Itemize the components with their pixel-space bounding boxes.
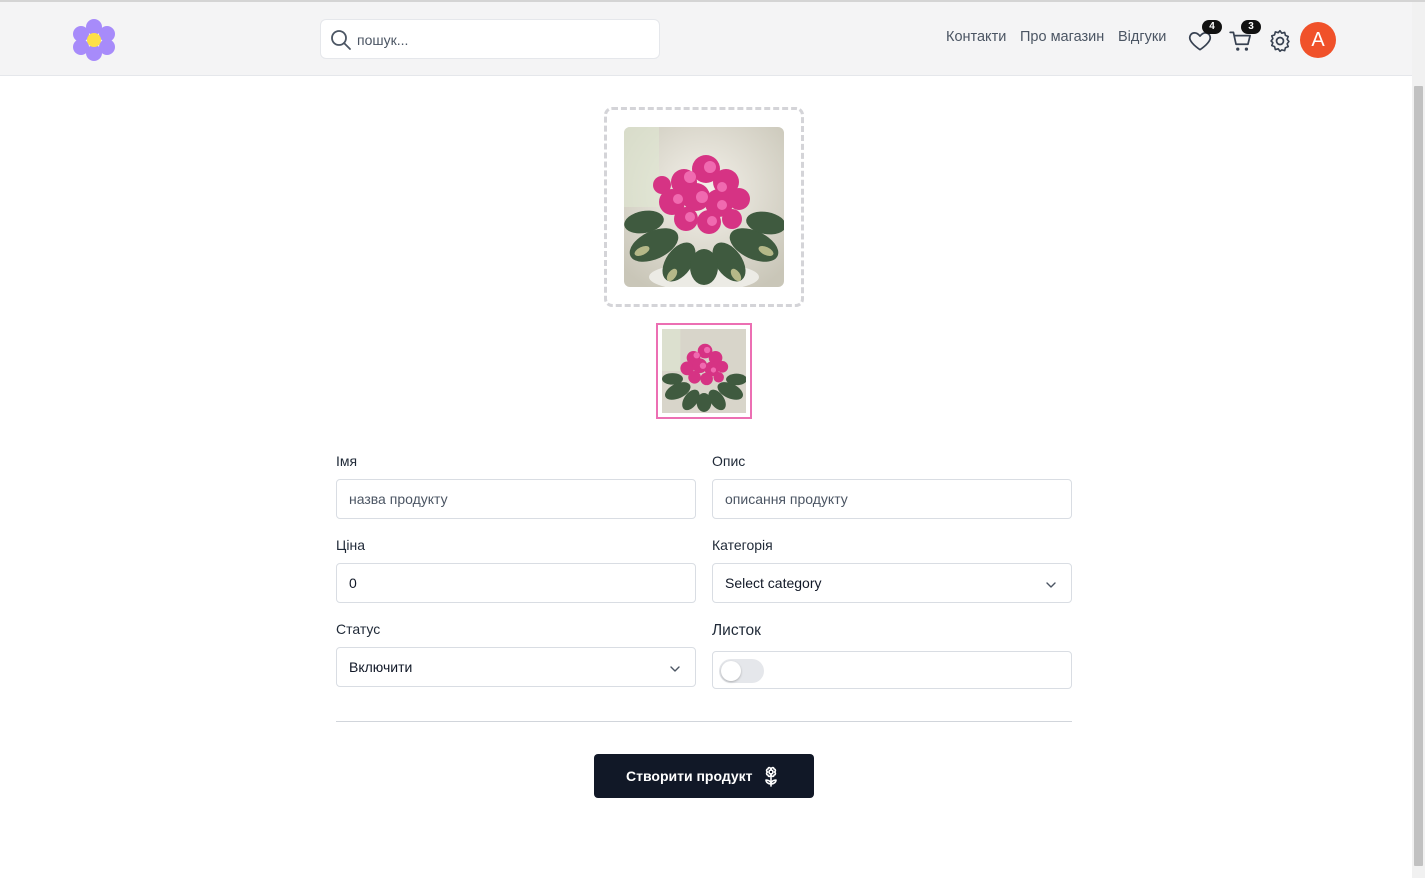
leaf-label: Листок <box>712 622 761 639</box>
flower-icon <box>759 764 783 788</box>
leaf-toggle-field <box>712 651 1072 689</box>
name-label: Імя <box>336 453 358 469</box>
leaf-toggle[interactable] <box>719 659 764 683</box>
cart-badge: 3 <box>1241 20 1261 34</box>
create-product-label: Створити продукт <box>626 768 753 784</box>
price-field[interactable] <box>336 563 696 603</box>
image-thumbnail[interactable] <box>656 323 752 419</box>
name-field[interactable] <box>336 479 696 519</box>
leaf-toggle-knob <box>721 661 741 681</box>
image-thumbnail-picture <box>662 329 746 413</box>
status-selected-value: Включити <box>349 659 413 675</box>
price-input[interactable] <box>337 564 695 602</box>
search-icon <box>330 29 352 51</box>
price-label: Ціна <box>336 537 365 553</box>
form-divider <box>336 721 1072 722</box>
scrollbar[interactable] <box>1412 2 1425 878</box>
status-label: Статус <box>336 621 381 637</box>
scrollbar-thumb[interactable] <box>1414 86 1423 866</box>
status-select[interactable]: Включити <box>336 647 696 687</box>
description-field[interactable] <box>712 479 1072 519</box>
chevron-down-icon <box>669 662 681 674</box>
nav-reviews-link[interactable]: Відгуки <box>1118 29 1166 45</box>
name-input[interactable] <box>337 480 695 518</box>
nav-about-link[interactable]: Про магазин <box>1020 29 1104 45</box>
description-label: Опис <box>712 453 746 469</box>
product-image-preview <box>624 127 784 287</box>
category-select[interactable]: Select category <box>712 563 1072 603</box>
category-label: Категорія <box>712 537 773 553</box>
site-header: Контакти Про магазин Відгуки 4 3 A <box>0 2 1412 76</box>
avatar[interactable]: A <box>1300 22 1336 58</box>
category-selected-value: Select category <box>725 575 822 591</box>
search-input[interactable] <box>357 28 647 52</box>
image-dropzone[interactable] <box>604 107 804 307</box>
description-input[interactable] <box>713 480 1071 518</box>
flower-logo-icon[interactable] <box>70 16 118 64</box>
gear-icon[interactable] <box>1267 28 1293 54</box>
chevron-down-icon <box>1045 578 1057 590</box>
favorites-badge: 4 <box>1202 20 1222 34</box>
create-product-button[interactable]: Створити продукт <box>594 754 814 798</box>
search-box[interactable] <box>320 19 660 59</box>
nav-contacts-link[interactable]: Контакти <box>946 29 1006 45</box>
